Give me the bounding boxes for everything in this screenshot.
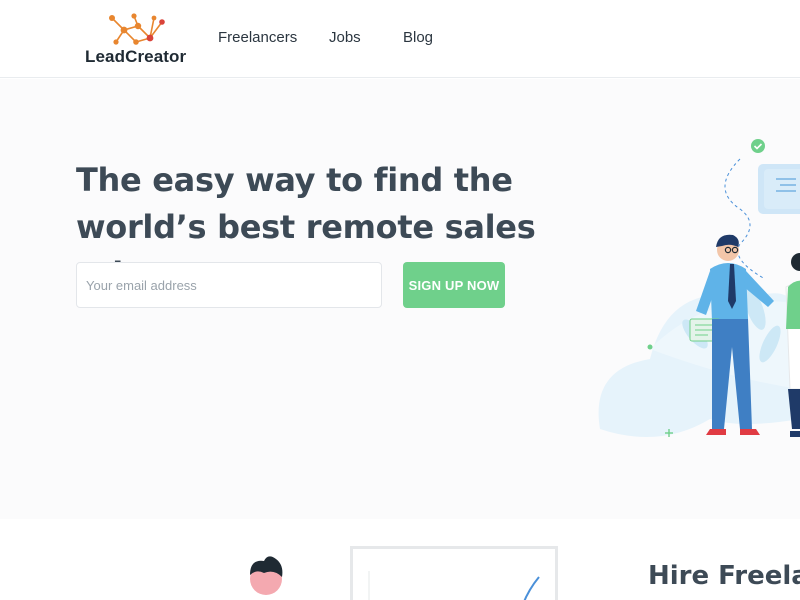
email-input[interactable] (76, 262, 382, 308)
brand-logo[interactable]: LeadCreator (84, 12, 196, 68)
nav-blog[interactable]: Blog (403, 29, 433, 46)
checkmark-icon (751, 139, 765, 153)
person-illustration (250, 556, 283, 595)
nav-jobs[interactable]: Jobs (329, 29, 361, 46)
features-section: Hire Freela (0, 519, 800, 600)
hero-illustration (598, 139, 800, 437)
section-title: Hire Freela (648, 561, 800, 591)
signup-button[interactable]: SIGN UP NOW (403, 262, 505, 308)
brand-name: LeadCreator (85, 47, 187, 66)
chart-card (350, 546, 558, 600)
nav-freelancers[interactable]: Freelancers (218, 29, 297, 46)
site-header: LeadCreator Freelancers Jobs Blog (0, 0, 800, 78)
hero-section: The easy way to find the world’s best re… (0, 79, 800, 519)
logo-network-icon (109, 13, 165, 45)
